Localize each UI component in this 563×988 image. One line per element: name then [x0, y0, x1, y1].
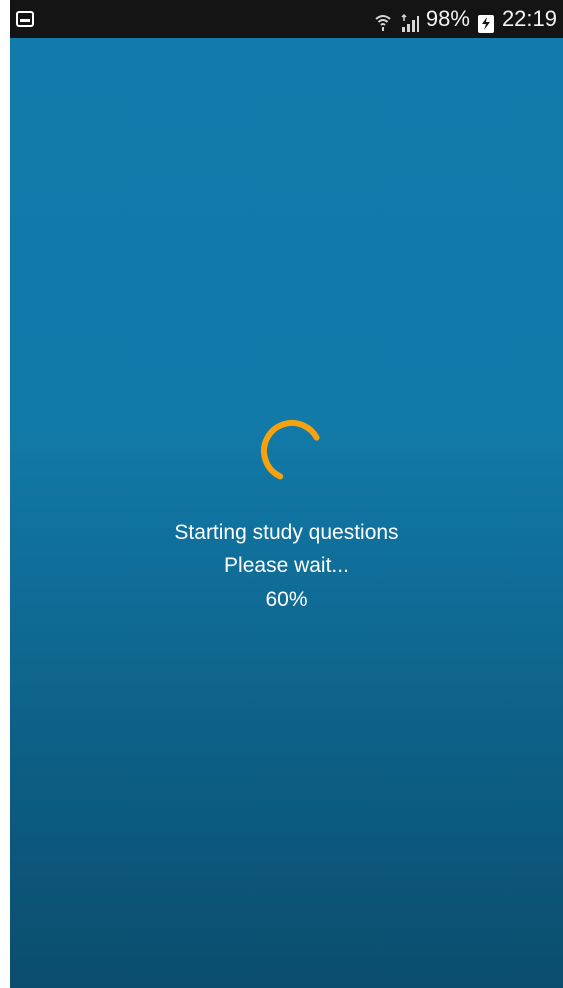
screenshot-notification-icon [16, 11, 34, 27]
signal-icon [399, 8, 421, 32]
loading-spinner-icon [261, 420, 323, 482]
battery-charging-icon [475, 8, 497, 33]
wifi-icon [372, 8, 394, 31]
loading-title: Starting study questions [174, 521, 399, 544]
status-bar: 98% 22:19 [10, 0, 563, 38]
status-time: 22:19 [501, 6, 557, 31]
status-icons-group: 98% 22:19 [372, 0, 557, 38]
loading-screen: Starting study questions Please wait... … [10, 38, 563, 988]
loading-subtitle: Please wait... [224, 554, 349, 577]
loading-progress: 60% [265, 588, 308, 611]
app-screen: 98% 22:19 Starting study questions Pleas… [10, 0, 563, 988]
battery-percent: 98% [425, 6, 470, 31]
